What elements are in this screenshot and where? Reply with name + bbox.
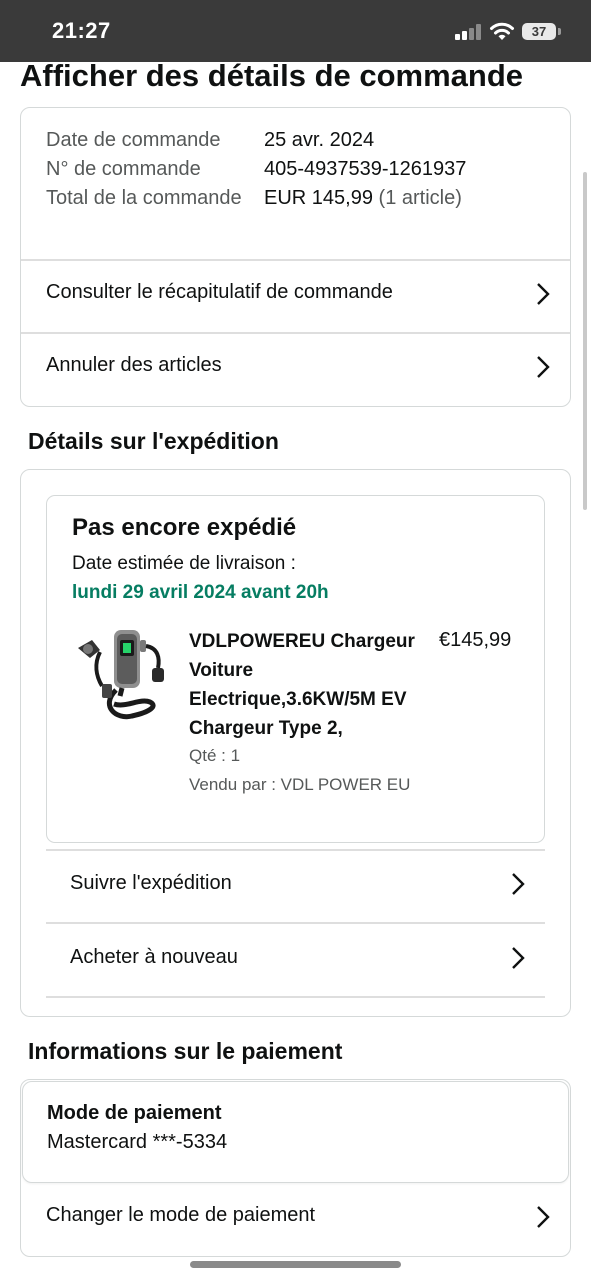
chevron-right-icon bbox=[537, 1206, 550, 1228]
payment-method-label: Mode de paiement bbox=[47, 1102, 222, 1124]
order-number-value: 405-4937539-1261937 bbox=[264, 158, 467, 180]
view-summary-row[interactable]: Consulter le récapitulatif de commande bbox=[21, 261, 570, 331]
chevron-right-icon bbox=[512, 947, 525, 969]
shipping-section-title: Détails sur l'expédition bbox=[28, 428, 279, 454]
page-title: Afficher des détails de commande bbox=[20, 58, 524, 93]
delivery-estimate-label: Date estimée de livraison : bbox=[72, 553, 296, 574]
product-quantity: Qté : 1 bbox=[189, 746, 241, 765]
scrollbar[interactable] bbox=[583, 172, 587, 510]
battery-icon: 37 bbox=[522, 23, 556, 40]
order-total-label: Total de la commande bbox=[46, 187, 242, 209]
track-shipment-label: Suivre l'expédition bbox=[70, 872, 232, 894]
order-number-label: N° de commande bbox=[46, 158, 201, 180]
view-summary-label: Consulter le récapitulatif de commande bbox=[46, 281, 393, 303]
order-date-value: 25 avr. 2024 bbox=[264, 129, 375, 151]
home-indicator[interactable] bbox=[190, 1261, 401, 1268]
change-payment-label: Changer le mode de paiement bbox=[46, 1204, 316, 1226]
buy-again-row[interactable]: Acheter à nouveau bbox=[46, 924, 545, 994]
cancel-items-row[interactable]: Annuler des articles bbox=[21, 334, 570, 404]
status-time: 21:27 bbox=[52, 18, 111, 43]
payment-method-value: Mastercard ***-5334 bbox=[47, 1131, 228, 1153]
buy-again-label: Acheter à nouveau bbox=[70, 946, 238, 968]
chevron-right-icon bbox=[537, 283, 550, 305]
signal-icon bbox=[455, 24, 483, 40]
payment-section-title: Informations sur le paiement bbox=[28, 1038, 343, 1064]
battery-tip bbox=[558, 28, 561, 35]
product-seller: Vendu par : VDL POWER EU bbox=[189, 775, 411, 794]
chevron-right-icon bbox=[512, 873, 525, 895]
cancel-items-label: Annuler des articles bbox=[46, 354, 222, 376]
product-price: €145,99 bbox=[439, 629, 512, 651]
product-title[interactable]: VDLPOWEREU Chargeur Voiture Electrique,3… bbox=[189, 627, 429, 743]
order-total-amount: EUR 145,99 bbox=[264, 187, 373, 209]
order-total-value: EUR 145,99 (1 article) bbox=[264, 184, 462, 213]
change-payment-row[interactable]: Changer le mode de paiement bbox=[21, 1185, 570, 1255]
shipment-status: Pas encore expédié bbox=[72, 514, 297, 541]
wifi-icon bbox=[490, 22, 514, 40]
status-bar: 21:27 37 bbox=[0, 0, 591, 62]
divider bbox=[46, 996, 545, 998]
track-shipment-row[interactable]: Suivre l'expédition bbox=[46, 851, 545, 921]
order-total-count: (1 article) bbox=[378, 187, 462, 209]
order-date-label: Date de commande bbox=[46, 129, 221, 151]
chevron-right-icon bbox=[537, 356, 550, 378]
product-image[interactable] bbox=[70, 624, 174, 728]
delivery-estimate-date: lundi 29 avril 2024 avant 20h bbox=[72, 582, 329, 603]
